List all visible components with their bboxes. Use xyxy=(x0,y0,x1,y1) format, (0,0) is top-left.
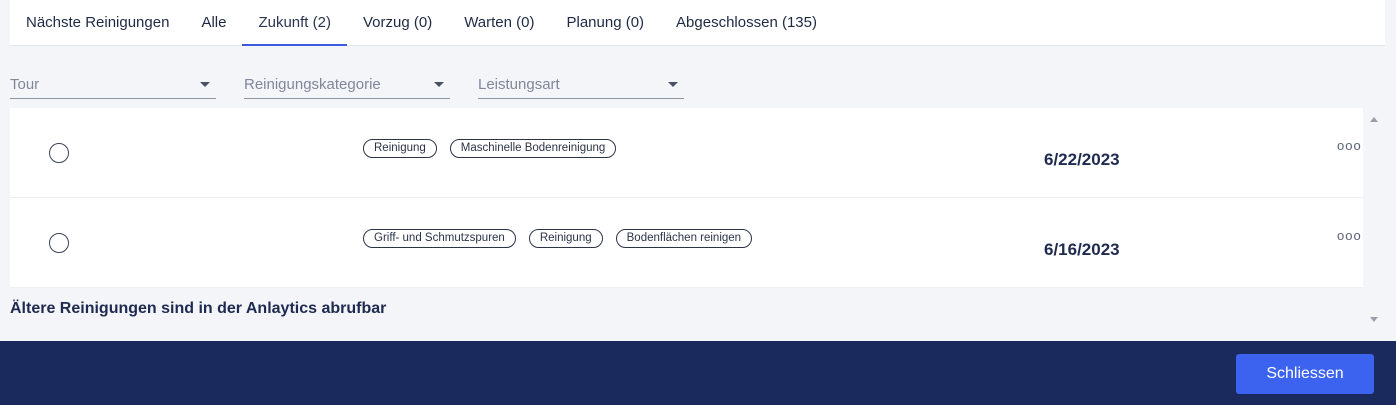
close-button[interactable]: Schliessen xyxy=(1236,354,1374,394)
select-radio[interactable] xyxy=(49,143,69,163)
tab-all[interactable]: Alle xyxy=(185,0,242,45)
tab-completed[interactable]: Abgeschlossen (135) xyxy=(660,0,833,45)
chevron-down-icon xyxy=(434,81,444,87)
tag-list: Reinigung Maschinelle Bodenreinigung xyxy=(363,139,617,158)
tag-chip: Bodenflächen reinigen xyxy=(615,229,753,248)
more-options-icon[interactable]: ooo xyxy=(1337,228,1362,243)
tag-chip: Reinigung xyxy=(528,229,603,248)
cleaning-date: 6/22/2023 xyxy=(1044,150,1120,169)
list-item: Reinigung Maschinelle Bodenreinigung 6/2… xyxy=(10,108,1363,198)
tab-planning[interactable]: Planung (0) xyxy=(550,0,660,45)
tour-select[interactable]: Tour xyxy=(10,70,216,99)
scroll-down-icon[interactable] xyxy=(1370,317,1378,322)
dialog-footer: Schliessen xyxy=(0,341,1396,405)
service-select-label: Leistungsart xyxy=(478,75,560,93)
cleaning-date: 6/16/2023 xyxy=(1044,240,1120,259)
tab-priority[interactable]: Vorzug (0) xyxy=(347,0,448,45)
chevron-down-icon xyxy=(668,81,678,87)
select-radio[interactable] xyxy=(49,233,69,253)
scroll-up-icon[interactable] xyxy=(1370,117,1378,122)
tag-chip: Reinigung xyxy=(363,139,437,158)
tab-waiting[interactable]: Warten (0) xyxy=(448,0,550,45)
more-options-icon[interactable]: ooo xyxy=(1337,138,1362,153)
tag-chip: Maschinelle Bodenreinigung xyxy=(449,139,617,158)
tab-bar: Nächste Reinigungen Alle Zukunft (2) Vor… xyxy=(10,0,1385,46)
older-cleanings-note: Ältere Reinigungen sind in der Anlaytics… xyxy=(10,300,387,317)
category-select[interactable]: Reinigungskategorie xyxy=(244,70,450,99)
cleaning-list: Reinigung Maschinelle Bodenreinigung 6/2… xyxy=(10,108,1385,331)
chevron-down-icon xyxy=(200,81,210,87)
tour-select-label: Tour xyxy=(10,75,40,93)
filter-bar: Tour Reinigungskategorie Leistungsart xyxy=(10,70,684,99)
service-select[interactable]: Leistungsart xyxy=(478,70,684,99)
tab-future[interactable]: Zukunft (2) xyxy=(242,0,347,46)
cleaning-dialog: Nächste Reinigungen Alle Zukunft (2) Vor… xyxy=(0,0,1396,405)
category-select-label: Reinigungskategorie xyxy=(244,75,381,93)
tab-next-cleanings[interactable]: Nächste Reinigungen xyxy=(10,0,185,45)
tag-chip: Griff- und Schmutzspuren xyxy=(363,229,516,248)
list-scroll-content: Reinigung Maschinelle Bodenreinigung 6/2… xyxy=(10,108,1363,331)
scrollbar[interactable] xyxy=(1363,108,1385,331)
tag-list: Griff- und Schmutzspuren Reinigung Boden… xyxy=(363,229,753,248)
list-item: Griff- und Schmutzspuren Reinigung Boden… xyxy=(10,198,1363,288)
